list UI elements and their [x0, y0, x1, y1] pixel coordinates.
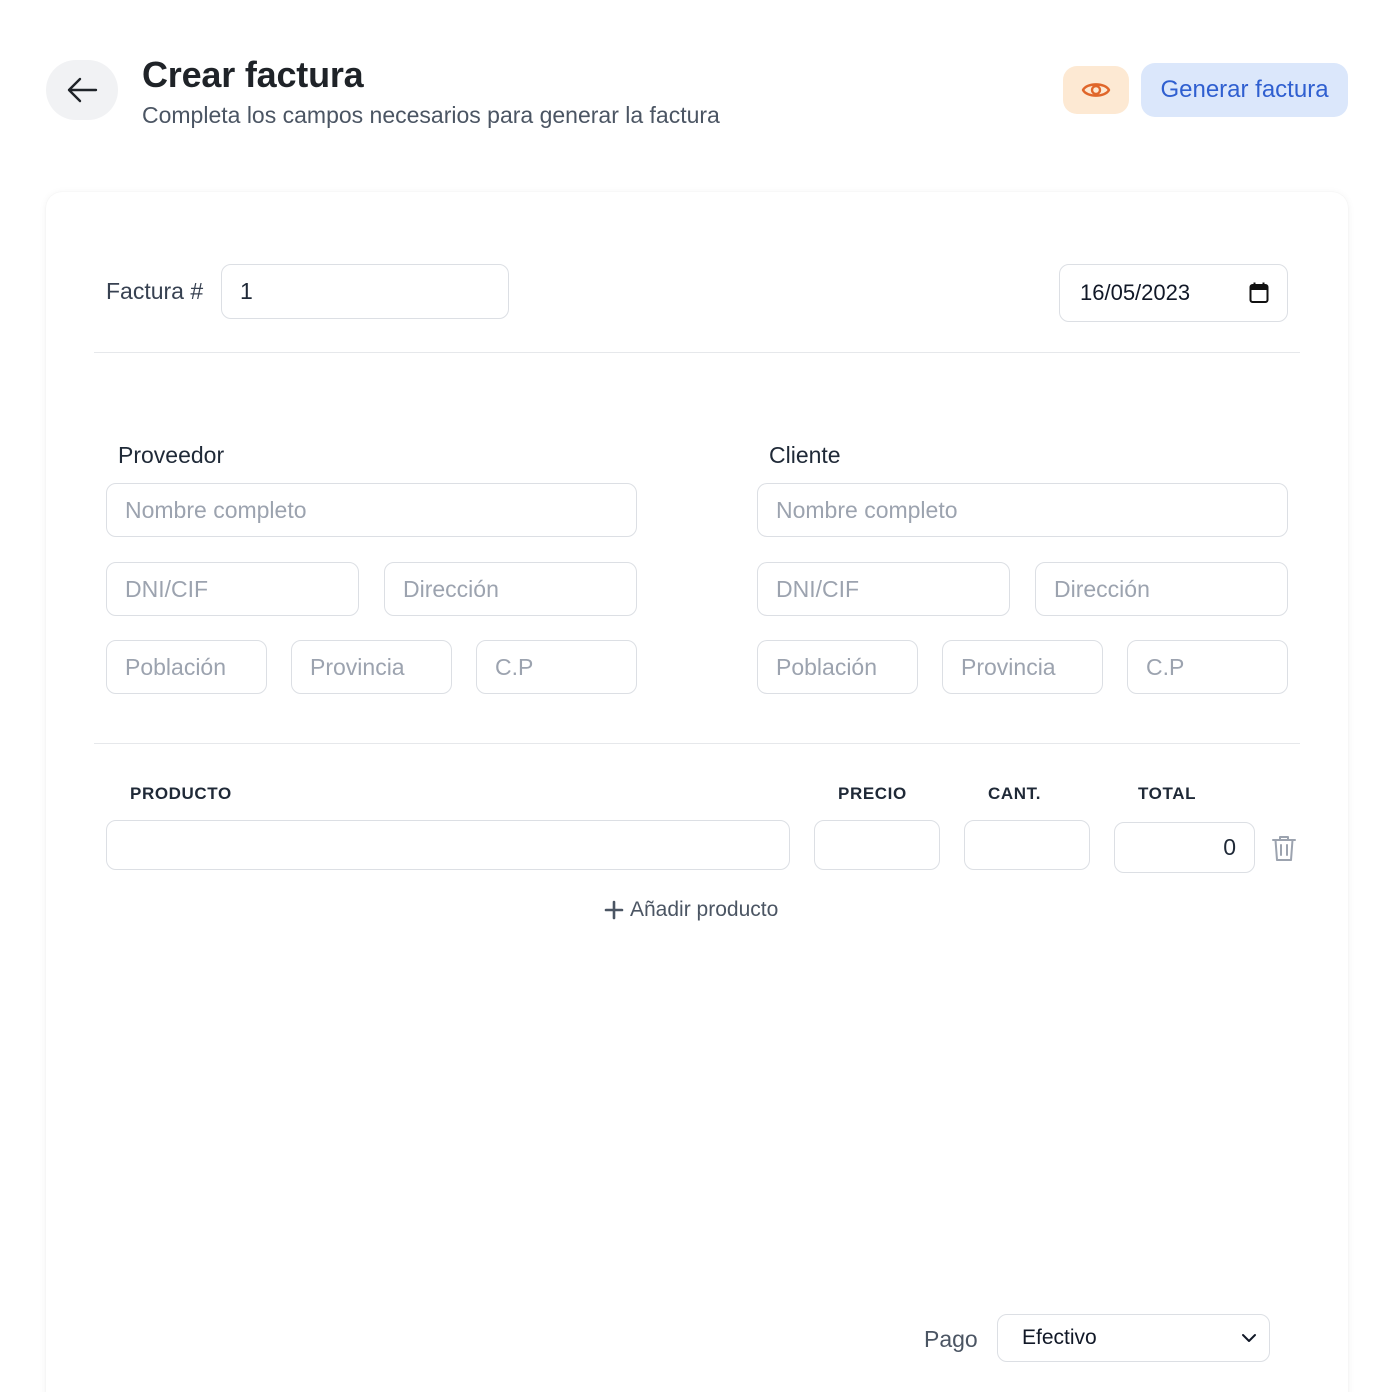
- column-header-total: TOTAL: [1138, 784, 1197, 803]
- generate-invoice-button[interactable]: Generar factura: [1141, 63, 1348, 117]
- plus-icon: [604, 900, 624, 920]
- add-product-button[interactable]: Añadir producto: [604, 894, 778, 926]
- page-title: Crear factura: [142, 54, 364, 95]
- calendar-icon[interactable]: [1249, 282, 1269, 304]
- arrow-left-icon: [67, 77, 98, 103]
- supplier-town-field[interactable]: [106, 640, 267, 694]
- trash-icon[interactable]: [1270, 833, 1298, 863]
- page-subtitle: Completa los campos necesarios para gene…: [142, 102, 720, 128]
- column-header-price: PRECIO: [838, 784, 907, 803]
- client-dni-field[interactable]: [757, 562, 1010, 616]
- invoice-number-label: Factura #: [106, 278, 204, 304]
- supplier-address-field[interactable]: [384, 562, 637, 616]
- payment-label: Pago: [924, 1326, 978, 1352]
- invoice-date-input[interactable]: 16/05/2023: [1059, 264, 1288, 322]
- product-total-input[interactable]: [1114, 822, 1255, 873]
- invoice-number-input[interactable]: [221, 264, 509, 319]
- column-header-quantity: CANT.: [988, 784, 1042, 803]
- client-zip-field[interactable]: [1127, 640, 1288, 694]
- create-invoice-page: Crear factura Completa los campos necesa…: [0, 0, 1388, 1392]
- product-quantity-input[interactable]: [964, 820, 1090, 870]
- supplier-zip-field[interactable]: [476, 640, 637, 694]
- section-divider: [94, 352, 1300, 353]
- eye-icon: [1081, 83, 1111, 97]
- column-header-product: PRODUCTO: [130, 784, 232, 803]
- chevron-down-icon: [1242, 1334, 1256, 1342]
- client-province-field[interactable]: [942, 640, 1103, 694]
- payment-method-select[interactable]: Efectivo: [997, 1314, 1270, 1362]
- client-town-field[interactable]: [757, 640, 918, 694]
- invoice-date-value: 16/05/2023: [1080, 280, 1191, 305]
- back-button[interactable]: [46, 60, 118, 120]
- section-divider: [94, 743, 1300, 744]
- supplier-name-field[interactable]: [106, 483, 637, 537]
- supplier-dni-field[interactable]: [106, 562, 359, 616]
- product-name-input[interactable]: [106, 820, 790, 870]
- client-name-field[interactable]: [757, 483, 1288, 537]
- payment-method-value: Efectivo: [1022, 1326, 1097, 1349]
- supplier-title: Proveedor: [118, 442, 225, 468]
- client-title: Cliente: [769, 442, 841, 468]
- supplier-province-field[interactable]: [291, 640, 452, 694]
- client-address-field[interactable]: [1035, 562, 1288, 616]
- preview-button[interactable]: [1063, 66, 1129, 114]
- add-product-label: Añadir producto: [630, 898, 779, 921]
- product-price-input[interactable]: [814, 820, 940, 870]
